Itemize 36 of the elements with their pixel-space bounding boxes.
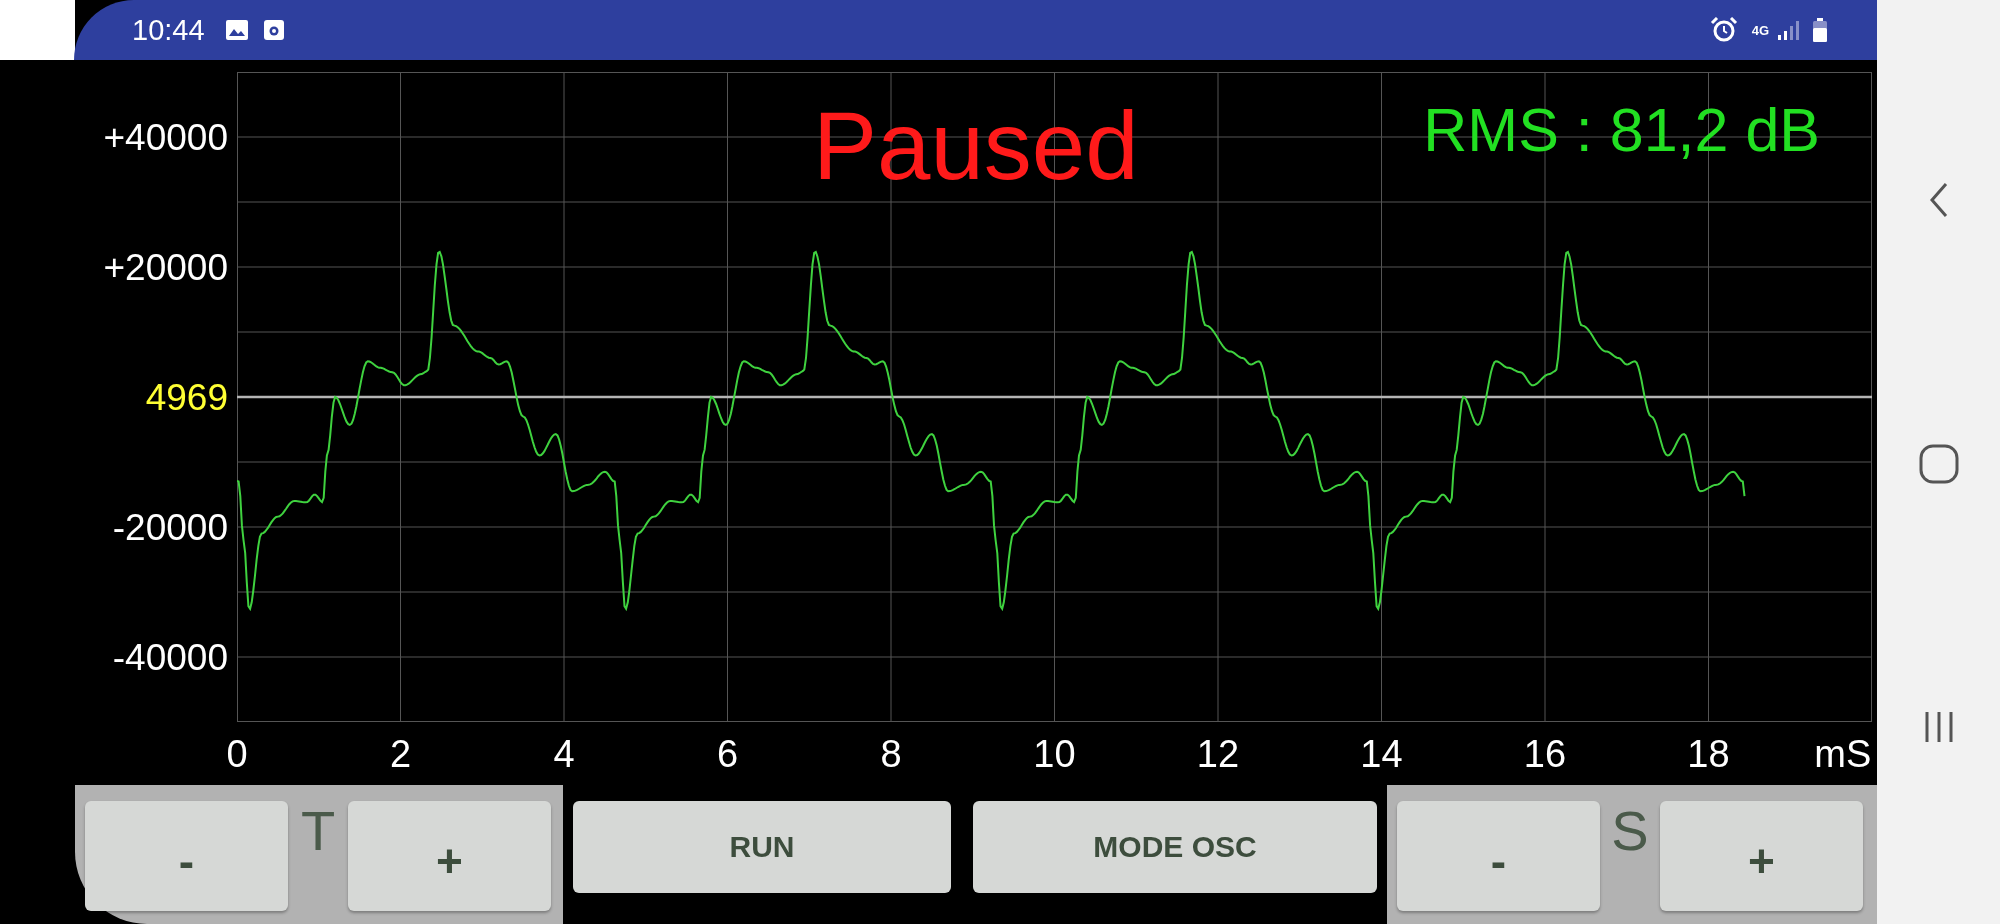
axis-label: 12 xyxy=(1196,734,1240,773)
battery-icon xyxy=(1813,18,1827,42)
alarm-icon xyxy=(1709,17,1738,43)
decrease-button[interactable]: - xyxy=(1397,801,1600,911)
axis-label: -20000 xyxy=(112,508,228,546)
axis-label: 0 xyxy=(226,734,248,773)
home-icon[interactable] xyxy=(1918,444,1959,484)
axis-label: 14 xyxy=(1360,734,1403,773)
recent-apps-icon[interactable] xyxy=(1923,710,1954,744)
axis-label: 6 xyxy=(716,734,739,773)
signal-icon xyxy=(1777,19,1799,41)
axis-label: +20000 xyxy=(103,248,228,286)
decrease-button[interactable]: - xyxy=(85,801,288,911)
increase-button[interactable]: + xyxy=(348,801,551,911)
axis-label: -40000 xyxy=(112,638,228,676)
panel-label: T xyxy=(299,803,337,859)
rms-reading: RMS : 81,2 dB xyxy=(1423,100,1820,161)
action-button[interactable]: MODE OSC xyxy=(973,801,1377,893)
axis-label: 2 xyxy=(389,734,412,773)
status-text: Paused xyxy=(813,98,1139,194)
clock-time: 10:44 xyxy=(132,13,205,47)
axis-label: 16 xyxy=(1523,734,1567,773)
network-type: 4G xyxy=(1751,22,1769,38)
axis-label: 10 xyxy=(1033,734,1076,773)
axis-label: +40000 xyxy=(103,118,228,156)
back-icon[interactable] xyxy=(1928,182,1949,218)
axis-label: 4 xyxy=(553,734,575,773)
action-button[interactable]: RUN xyxy=(573,801,951,893)
panel-label: S xyxy=(1610,803,1650,859)
increase-button[interactable]: + xyxy=(1660,801,1863,911)
axis-label: 4969 xyxy=(145,378,228,416)
gallery-icon xyxy=(224,19,249,41)
axis-label: 8 xyxy=(880,734,902,773)
axis-label: 18 xyxy=(1687,734,1730,773)
axis-unit: mS xyxy=(1814,734,1872,773)
record-icon xyxy=(262,19,285,41)
